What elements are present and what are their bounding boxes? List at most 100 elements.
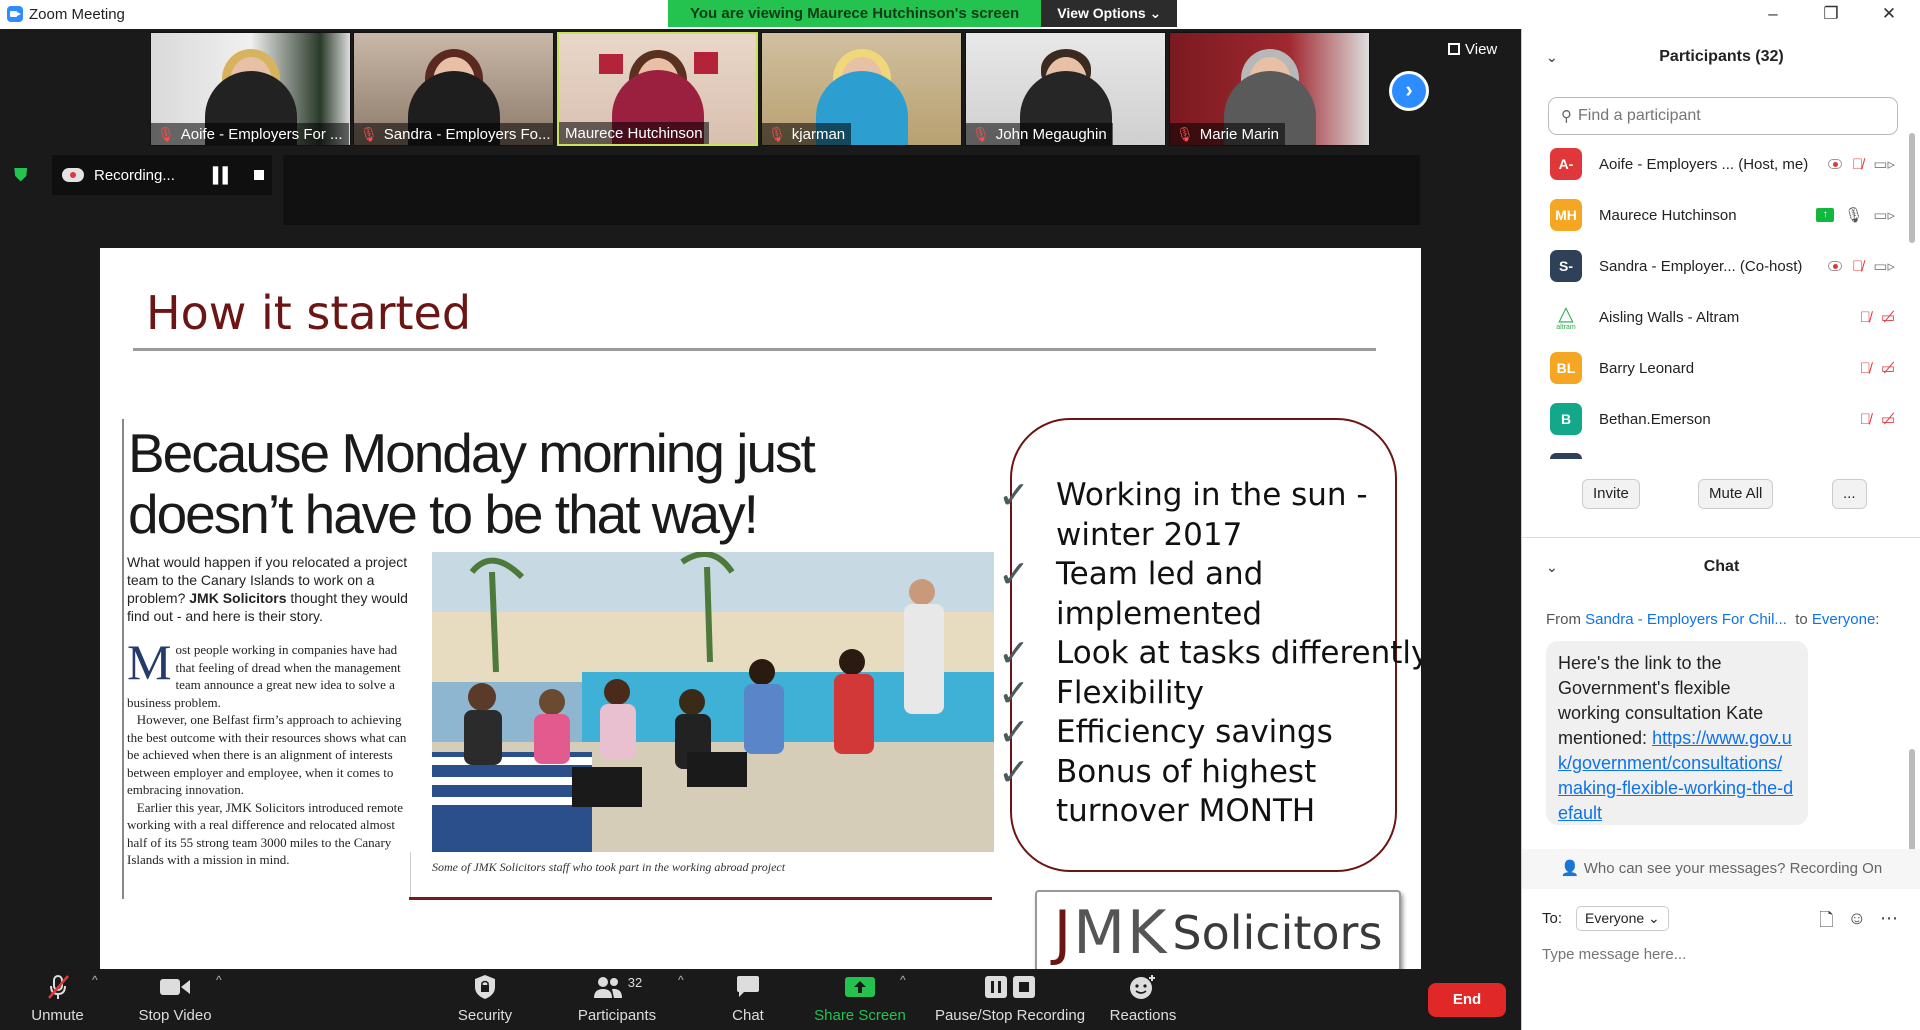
mic-muted-icon[interactable]: 🎙̸ bbox=[1852, 156, 1863, 173]
participant-row[interactable]: MH Maurece Hutchinson ↑ 🎙 ▭▹ bbox=[1550, 195, 1895, 235]
to-suffix: : bbox=[1875, 611, 1880, 628]
participants-scrollbar[interactable] bbox=[1909, 133, 1915, 243]
participants-icon bbox=[593, 977, 622, 998]
thumbnail-name: John Megaughin bbox=[995, 125, 1107, 143]
video-thumbnail-active-speaker[interactable]: Maurece Hutchinson bbox=[557, 32, 758, 146]
stop-video-button[interactable]: Stop Video bbox=[130, 969, 220, 1030]
checkmark-icon: ✓ bbox=[998, 670, 1030, 715]
chat-message-bubble: Here's the link to the Government's flex… bbox=[1546, 641, 1808, 825]
checklist-item-text: Bonus of highest turnover MONTH bbox=[1056, 753, 1317, 830]
next-page-chevron-icon[interactable]: › bbox=[1389, 71, 1429, 111]
mic-muted-icon[interactable]: 🎙̸ bbox=[1852, 258, 1863, 275]
video-off-icon[interactable]: ▭̸ bbox=[1881, 359, 1895, 377]
video-off-icon[interactable]: ▭̸ bbox=[1881, 410, 1895, 428]
more-options-icon[interactable]: ⋯ bbox=[1880, 908, 1898, 938]
unmute-button[interactable]: Unmute bbox=[20, 969, 95, 1030]
share-options-caret-icon[interactable]: ^ bbox=[900, 973, 906, 987]
checklist-item-text: Working in the sun - winter 2017 bbox=[1056, 477, 1368, 553]
checkmark-icon: ✓ bbox=[998, 749, 1030, 794]
minimize-button[interactable]: – bbox=[1750, 0, 1796, 29]
participant-row[interactable]: △ altram Aisling Walls - Altram 🎙̸ ▭̸ bbox=[1550, 297, 1895, 337]
video-off-icon[interactable]: ▭̸ bbox=[1881, 308, 1895, 326]
more-options-button[interactable]: ... bbox=[1832, 479, 1867, 509]
video-camera-icon[interactable]: ▭▹ bbox=[1873, 206, 1895, 224]
recipient-name: Everyone bbox=[1811, 611, 1876, 628]
participants-options-caret-icon[interactable]: ^ bbox=[678, 973, 684, 987]
checkmark-icon: ✓ bbox=[998, 473, 1030, 517]
article-bottom-rule bbox=[409, 897, 992, 900]
title-divider bbox=[133, 348, 1376, 351]
video-camera-icon bbox=[160, 979, 190, 995]
find-participant-search[interactable]: ⚲ bbox=[1548, 97, 1898, 135]
mic-muted-icon[interactable]: 🎙̸ bbox=[1860, 411, 1871, 428]
chat-header: ⌄ Chat bbox=[1522, 547, 1920, 587]
checkmark-icon: ✓ bbox=[998, 631, 1030, 675]
mic-muted-icon[interactable]: 🎙̸ bbox=[1860, 309, 1871, 326]
recording-icon bbox=[1828, 261, 1843, 271]
video-thumbnail[interactable]: 🎙 Aoife - Employers For ... bbox=[150, 32, 351, 146]
video-thumbnail[interactable]: 🎙 John Megaughin bbox=[965, 32, 1166, 146]
pause-stop-recording-button[interactable]: Pause/Stop Recording bbox=[930, 969, 1090, 1030]
who-can-see-text: Who can see your messages? Recording On bbox=[1583, 860, 1883, 877]
participants-button[interactable]: 32 Participants bbox=[572, 969, 662, 1030]
reactions-button[interactable]: Reactions bbox=[1102, 969, 1184, 1030]
altram-logo-avatar: △ altram bbox=[1550, 301, 1582, 333]
avatar: B bbox=[1550, 403, 1582, 435]
security-shield-icon[interactable]: ⛊ bbox=[14, 165, 34, 187]
participant-name: Bethan.Emerson bbox=[1599, 410, 1711, 428]
view-label: View bbox=[1465, 41, 1498, 58]
end-meeting-button[interactable]: End bbox=[1428, 983, 1506, 1017]
video-thumbnail[interactable]: 🎙 Sandra - Employers Fo... bbox=[353, 32, 554, 146]
video-thumbnail[interactable]: 🎙 kjarman bbox=[761, 32, 962, 146]
collapse-participants-chevron-icon[interactable]: ⌄ bbox=[1546, 37, 1558, 77]
close-button[interactable]: ✕ bbox=[1866, 0, 1912, 29]
avatar: BL bbox=[1550, 352, 1582, 384]
security-button[interactable]: Security bbox=[445, 969, 525, 1030]
participants-header-title: Participants (32) bbox=[1659, 48, 1784, 65]
participant-name: Sandra - Employer... (Co-host) bbox=[1599, 257, 1803, 275]
who-can-see-messages[interactable]: 👤 Who can see your messages? Recording O… bbox=[1522, 849, 1920, 889]
avatar: S- bbox=[1550, 250, 1582, 282]
file-attach-icon[interactable]: 🗋 bbox=[1819, 908, 1833, 938]
participants-count: 32 bbox=[627, 974, 643, 990]
emoji-icon[interactable]: ☺ bbox=[1848, 908, 1866, 938]
mic-muted-icon: 🎙 bbox=[360, 125, 378, 142]
pause-recording-icon[interactable]: ▌▌ bbox=[213, 167, 233, 184]
invite-button[interactable]: Invite bbox=[1582, 479, 1640, 509]
cloud-recording-icon bbox=[62, 168, 84, 182]
participant-row[interactable]: A- Aoife - Employers ... (Host, me) 🎙̸ ▭▹ bbox=[1550, 144, 1895, 184]
mic-muted-icon: 🎙 bbox=[768, 125, 786, 142]
participant-row[interactable]: B Bethan.Emerson 🎙̸ ▭̸ bbox=[1550, 399, 1895, 439]
mute-all-button[interactable]: Mute All bbox=[1698, 479, 1774, 509]
video-camera-icon[interactable]: ▭▹ bbox=[1873, 257, 1895, 275]
stop-recording-icon[interactable] bbox=[254, 170, 265, 180]
collapse-chat-chevron-icon[interactable]: ⌄ bbox=[1546, 547, 1558, 587]
video-thumbnail[interactable]: 🎙 Marie Marin bbox=[1169, 32, 1370, 146]
view-options-button[interactable]: View Options ⌄ bbox=[1041, 0, 1178, 27]
recipient-select[interactable]: Everyone ⌄ bbox=[1576, 906, 1669, 931]
audio-options-caret-icon[interactable]: ^ bbox=[92, 973, 98, 987]
checklist: ✓ Working in the sun - winter 2017 ✓ Team … bbox=[998, 473, 1421, 832]
thumbnail-name: Marie Marin bbox=[1199, 125, 1279, 143]
unmute-label: Unmute bbox=[31, 1007, 84, 1024]
article-intro: What would happen if you relocated a pro… bbox=[127, 553, 417, 625]
video-options-caret-icon[interactable]: ^ bbox=[216, 973, 222, 987]
participant-row[interactable]: BL Barry Leonard 🎙̸ ▭̸ bbox=[1550, 348, 1895, 388]
article-paragraph: However, one Belfast firm’s approach to … bbox=[127, 712, 407, 797]
maximize-button[interactable]: ❐ bbox=[1808, 0, 1854, 29]
video-camera-icon[interactable]: ▭▹ bbox=[1873, 155, 1895, 173]
drop-cap: M bbox=[127, 634, 172, 690]
view-button[interactable]: View bbox=[1448, 41, 1497, 58]
chat-label: Chat bbox=[732, 1007, 764, 1024]
shield-icon bbox=[475, 975, 495, 999]
participant-row[interactable]: S- Sandra - Employer... (Co-host) 🎙̸ ▭▹ bbox=[1550, 246, 1895, 286]
reactions-smiley-icon bbox=[1130, 975, 1155, 999]
share-screen-button[interactable]: Share Screen bbox=[810, 969, 910, 1030]
chat-message-input[interactable] bbox=[1542, 939, 1902, 969]
sender-name-link[interactable]: Sandra - Employers For Chil... bbox=[1585, 611, 1787, 628]
mic-icon[interactable]: 🎙 bbox=[1844, 206, 1863, 224]
mic-muted-icon[interactable]: 🎙̸ bbox=[1860, 360, 1871, 377]
chat-recipient-row: To: Everyone ⌄ bbox=[1542, 906, 1669, 931]
chat-button[interactable]: Chat bbox=[712, 969, 784, 1030]
find-participant-input[interactable] bbox=[1578, 107, 1878, 125]
